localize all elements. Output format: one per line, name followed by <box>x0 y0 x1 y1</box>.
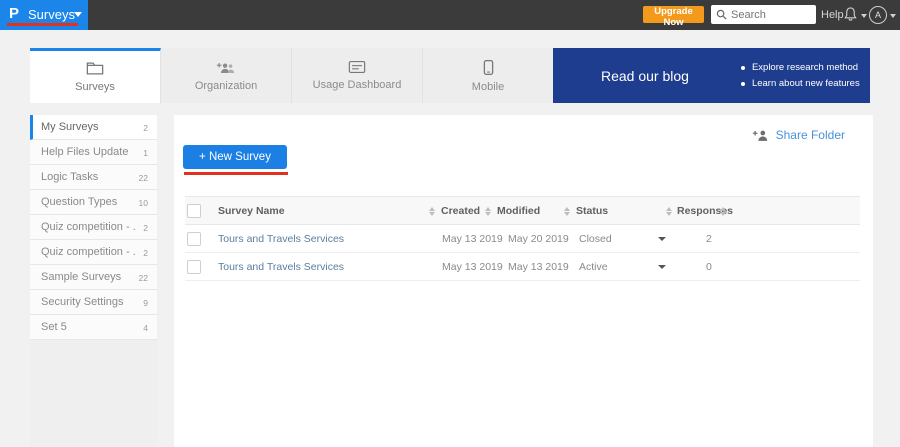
surveys-table: Survey Name Created Modified Status Resp… <box>185 196 860 281</box>
sidebar-item-count: 1 <box>143 148 148 158</box>
sidebar-item-quiz-competition-1[interactable]: Quiz competition - ... 2 <box>30 215 157 240</box>
top-bar: P Surveys Upgrade Now Help A <box>0 0 900 30</box>
modified-date: May 13 2019 <box>508 261 569 273</box>
sidebar-item-count: 22 <box>139 273 148 283</box>
sidebar-item-label: Set 5 <box>41 321 67 333</box>
tab-mobile[interactable]: Mobile <box>423 48 554 103</box>
red-underline-annotation <box>184 172 288 175</box>
modified-date: May 20 2019 <box>508 233 569 245</box>
table-header-row: Survey Name Created Modified Status Resp… <box>185 196 860 225</box>
proprofs-logo-icon: P <box>9 5 19 22</box>
people-add-icon <box>216 60 236 75</box>
share-folder-label: Share Folder <box>776 128 845 142</box>
sort-icon[interactable] <box>720 207 727 216</box>
sidebar-item-count: 2 <box>143 223 148 233</box>
new-survey-button[interactable]: + New Survey <box>183 145 287 169</box>
share-folder-link[interactable]: Share Folder <box>752 128 845 142</box>
sidebar-item-security-settings[interactable]: Security Settings 9 <box>30 290 157 315</box>
sort-icon[interactable] <box>564 207 571 216</box>
select-all-checkbox[interactable] <box>187 204 201 218</box>
sidebar-item-logic-tasks[interactable]: Logic Tasks 22 <box>30 165 157 190</box>
status-value: Closed <box>579 233 612 245</box>
blog-bullet-list: Explore research method Learn about new … <box>741 60 860 92</box>
col-created[interactable]: Created <box>441 205 480 217</box>
share-person-add-icon <box>752 129 770 142</box>
sidebar-item-my-surveys[interactable]: My Surveys 2 <box>30 115 157 140</box>
tab-organization[interactable]: Organization <box>161 48 292 103</box>
sidebar-item-label: Sample Surveys <box>41 271 121 283</box>
sidebar-item-label: Help Files Update <box>41 146 128 158</box>
tab-label: Mobile <box>472 81 504 93</box>
sort-icon[interactable] <box>429 207 436 216</box>
sort-icon[interactable] <box>666 207 673 216</box>
sidebar-item-count: 2 <box>143 123 148 133</box>
folders-sidebar: My Surveys 2 Help Files Update 1 Logic T… <box>30 115 157 447</box>
row-checkbox[interactable] <box>187 260 201 274</box>
sidebar-item-label: Quiz competition - ... <box>41 246 136 258</box>
status-dropdown-caret-icon[interactable] <box>658 237 666 241</box>
blog-banner-title: Read our blog <box>601 68 689 84</box>
survey-name-link[interactable]: Tours and Travels Services <box>218 261 344 273</box>
sidebar-item-label: Logic Tasks <box>41 171 98 183</box>
sidebar-item-count: 10 <box>139 198 148 208</box>
search-input[interactable] <box>731 9 811 21</box>
help-link[interactable]: Help <box>821 9 844 21</box>
dashboard-icon <box>348 60 366 74</box>
sidebar-item-question-types[interactable]: Question Types 10 <box>30 190 157 215</box>
avatar-dropdown-caret-icon[interactable] <box>890 14 896 18</box>
tab-surveys[interactable]: Surveys <box>30 48 161 103</box>
sidebar-item-count: 9 <box>143 298 148 308</box>
tab-label: Organization <box>195 80 257 92</box>
sidebar-item-count: 4 <box>143 323 148 333</box>
blog-bullet: Explore research method <box>741 60 860 76</box>
tab-label: Usage Dashboard <box>313 79 402 91</box>
primary-tabs: Surveys Organization Usage Dashboard Mob… <box>30 48 554 103</box>
col-survey-name: Survey Name <box>218 205 285 217</box>
sort-icon[interactable] <box>485 207 492 216</box>
tab-label: Surveys <box>75 81 115 93</box>
sidebar-item-label: Quiz competition - ... <box>41 221 136 233</box>
col-status[interactable]: Status <box>576 205 608 217</box>
survey-name-link[interactable]: Tours and Travels Services <box>218 233 344 245</box>
sidebar-item-count: 2 <box>143 248 148 258</box>
created-date: May 13 2019 <box>442 233 503 245</box>
status-value: Active <box>579 261 608 273</box>
sidebar-item-quiz-competition-2[interactable]: Quiz competition - ... 2 <box>30 240 157 265</box>
bell-dropdown-caret-icon[interactable] <box>861 14 867 18</box>
sidebar-item-sample-surveys[interactable]: Sample Surveys 22 <box>30 265 157 290</box>
row-checkbox[interactable] <box>187 232 201 246</box>
product-switcher[interactable]: P Surveys <box>0 0 88 30</box>
search-icon <box>716 9 727 20</box>
table-row: Tours and Travels Services May 13 2019 M… <box>185 253 860 281</box>
search-box[interactable] <box>711 5 816 24</box>
upgrade-now-button[interactable]: Upgrade Now <box>643 6 704 23</box>
app-window: P Surveys Upgrade Now Help A Surveys <box>0 0 900 447</box>
status-dropdown-caret-icon[interactable] <box>658 265 666 269</box>
read-our-blog-banner[interactable]: Read our blog Explore research method Le… <box>553 48 870 103</box>
user-avatar[interactable]: A <box>869 6 887 24</box>
table-row: Tours and Travels Services May 13 2019 M… <box>185 225 860 253</box>
sidebar-item-count: 22 <box>139 173 148 183</box>
chevron-down-icon <box>74 12 82 17</box>
responses-count: 0 <box>706 261 712 273</box>
red-underline-annotation <box>7 23 78 26</box>
created-date: May 13 2019 <box>442 261 503 273</box>
product-menu-label: Surveys <box>28 7 75 22</box>
mobile-icon <box>483 59 494 76</box>
surveys-content-panel: Share Folder + New Survey Survey Name Cr… <box>174 115 873 447</box>
sidebar-item-label: My Surveys <box>41 121 98 133</box>
tab-usage-dashboard[interactable]: Usage Dashboard <box>292 48 423 103</box>
notifications-bell-icon[interactable] <box>843 6 858 27</box>
folder-icon <box>86 61 104 76</box>
col-modified[interactable]: Modified <box>497 205 540 217</box>
sidebar-item-label: Question Types <box>41 196 117 208</box>
sidebar-item-label: Security Settings <box>41 296 124 308</box>
responses-count: 2 <box>706 233 712 245</box>
sidebar-item-help-files-update[interactable]: Help Files Update 1 <box>30 140 157 165</box>
blog-bullet: Learn about new features <box>741 76 860 92</box>
sidebar-item-set-5[interactable]: Set 5 4 <box>30 315 157 340</box>
